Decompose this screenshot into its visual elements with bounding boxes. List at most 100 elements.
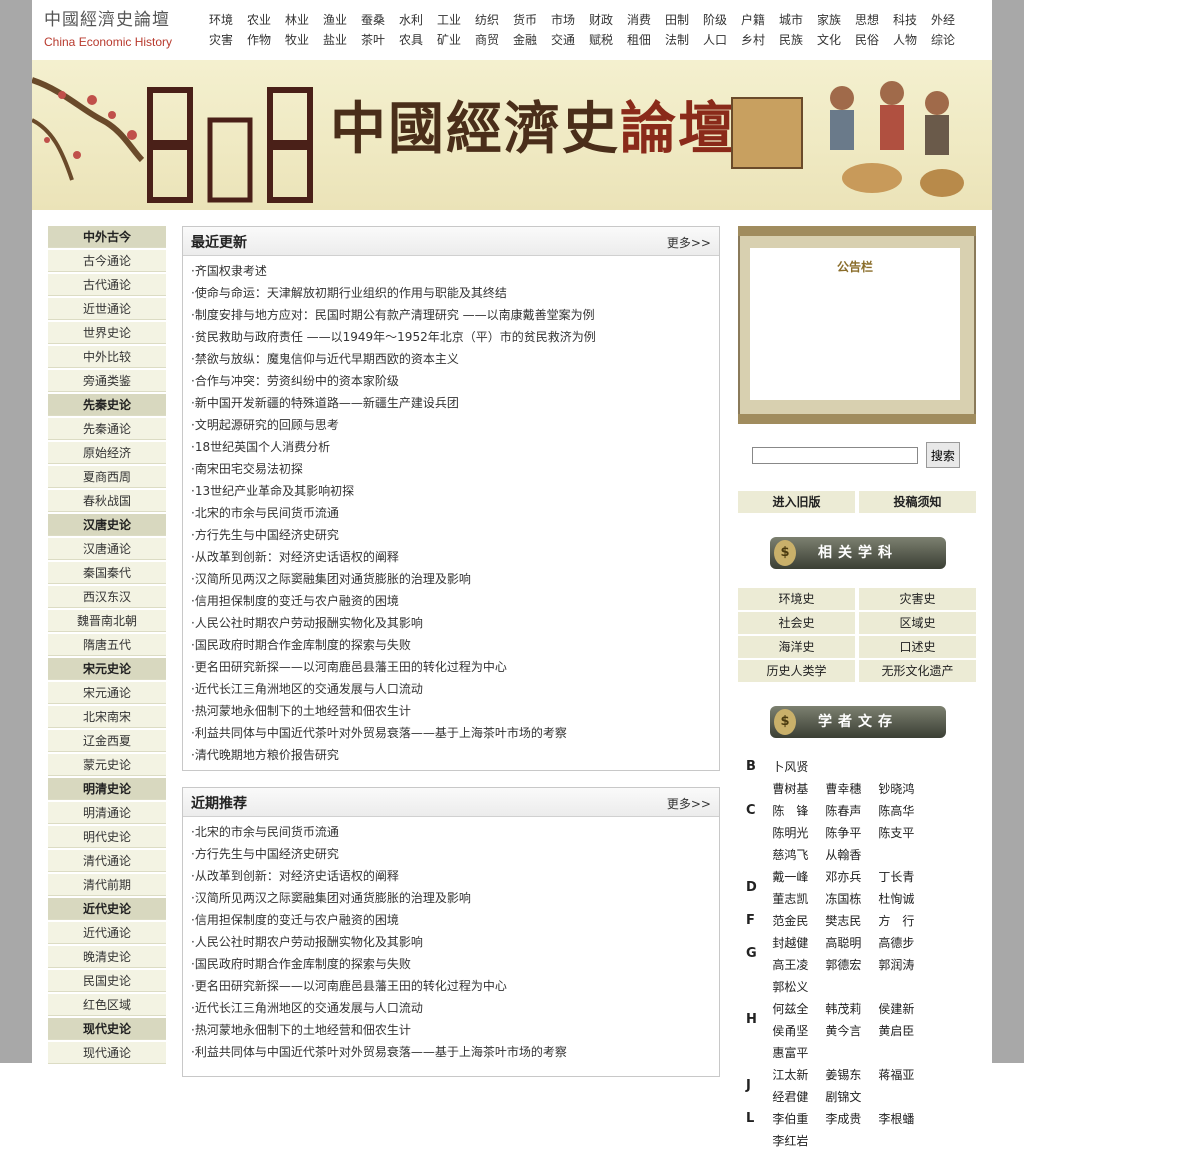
leftnav-section-header[interactable]: 明清史论 [48, 778, 166, 800]
leftnav-item[interactable]: 北宋南宋 [48, 706, 166, 728]
topnav-link[interactable]: 水利 [392, 10, 430, 30]
article-link[interactable]: ·方行先生与中国经济史研究 [191, 843, 719, 865]
subject-link[interactable]: 无形文化遗产 [859, 660, 976, 682]
author-link[interactable]: 经君健 [772, 1086, 825, 1108]
leftnav-item[interactable]: 近代通论 [48, 922, 166, 944]
article-link[interactable]: ·新中国开发新疆的特殊道路——新疆生产建设兵团 [191, 392, 719, 414]
leftnav-item[interactable]: 清代通论 [48, 850, 166, 872]
author-link[interactable]: 冻国栋 [825, 888, 878, 910]
article-link[interactable]: ·18世纪英国个人消费分析 [191, 436, 719, 458]
article-link[interactable]: ·热河蒙地永佃制下的土地经营和佃农生计 [191, 1019, 719, 1041]
leftnav-item[interactable]: 宋元通论 [48, 682, 166, 704]
search-input[interactable] [752, 446, 918, 464]
author-link[interactable]: 董志凯 [772, 888, 825, 910]
topnav-link[interactable]: 城市 [772, 10, 810, 30]
leftnav-item[interactable]: 古今通论 [48, 250, 166, 272]
article-link[interactable]: ·合作与冲突：劳资纠纷中的资本家阶级 [191, 370, 719, 392]
article-link[interactable]: ·从改革到创新：对经济史话语权的阐释 [191, 546, 719, 568]
subject-link[interactable]: 海洋史 [738, 636, 855, 658]
topnav-link[interactable]: 综论 [924, 30, 962, 50]
author-link[interactable]: 陈春声 [825, 800, 878, 822]
topnav-link[interactable]: 民族 [772, 30, 810, 50]
article-link[interactable]: ·13世纪产业革命及其影响初探 [191, 480, 719, 502]
author-link[interactable]: 郭松义 [772, 976, 825, 998]
article-link[interactable]: ·北宋的市余与民间货币流通 [191, 502, 719, 524]
topnav-link[interactable]: 矿业 [430, 30, 468, 50]
article-link[interactable]: ·利益共同体与中国近代茶叶对外贸易衰落——基于上海茶叶市场的考察 [191, 1041, 719, 1063]
topnav-link[interactable]: 财政 [582, 10, 620, 30]
author-link[interactable]: 曹幸穗 [825, 778, 878, 800]
article-link[interactable]: ·信用担保制度的变迁与农户融资的困境 [191, 909, 719, 931]
author-link[interactable]: 范金民 [772, 910, 825, 932]
subject-link[interactable]: 环境史 [738, 588, 855, 610]
article-link[interactable]: ·贫民救助与政府责任 ——以1949年～1952年北京（平）市的贫民救济为例 [191, 326, 719, 348]
author-link[interactable]: 韩茂莉 [825, 998, 878, 1020]
topnav-link[interactable]: 人物 [886, 30, 924, 50]
leftnav-item[interactable]: 隋唐五代 [48, 634, 166, 656]
topnav-link[interactable]: 赋税 [582, 30, 620, 50]
topnav-link[interactable]: 茶叶 [354, 30, 392, 50]
article-link[interactable]: ·人民公社时期农户劳动报酬实物化及其影响 [191, 612, 719, 634]
author-link[interactable]: 黄今言 [825, 1020, 878, 1042]
topnav-link[interactable]: 林业 [278, 10, 316, 30]
topnav-link[interactable]: 科技 [886, 10, 924, 30]
topnav-link[interactable]: 阶级 [696, 10, 734, 30]
topnav-link[interactable]: 人口 [696, 30, 734, 50]
leftnav-section-header[interactable]: 现代史论 [48, 1018, 166, 1040]
leftnav-item[interactable]: 现代通论 [48, 1042, 166, 1064]
author-link[interactable]: 高德步 [878, 932, 931, 954]
leftnav-item[interactable]: 辽金西夏 [48, 730, 166, 752]
author-link[interactable]: 丁长青 [878, 866, 931, 888]
author-link[interactable]: 卜风贤 [772, 756, 825, 778]
topnav-link[interactable]: 外经 [924, 10, 962, 30]
topnav-link[interactable]: 环境 [202, 10, 240, 30]
author-link[interactable]: 杜恂诚 [878, 888, 931, 910]
leftnav-item[interactable]: 魏晋南北朝 [48, 610, 166, 632]
topnav-link[interactable]: 灾害 [202, 30, 240, 50]
topnav-link[interactable]: 法制 [658, 30, 696, 50]
author-link[interactable]: 姜锡东 [825, 1064, 878, 1086]
leftnav-item[interactable]: 春秋战国 [48, 490, 166, 512]
topnav-link[interactable]: 纺织 [468, 10, 506, 30]
topnav-link[interactable]: 盐业 [316, 30, 354, 50]
leftnav-item[interactable]: 红色区域 [48, 994, 166, 1016]
article-link[interactable]: ·人民公社时期农户劳动报酬实物化及其影响 [191, 931, 719, 953]
author-link[interactable]: 陈 锋 [772, 800, 825, 822]
article-link[interactable]: ·国民政府时期合作金库制度的探索与失败 [191, 953, 719, 975]
author-link[interactable]: 黄启臣 [878, 1020, 931, 1042]
author-link[interactable]: 樊志民 [825, 910, 878, 932]
author-link[interactable]: 李成贵 [825, 1108, 878, 1130]
subject-link[interactable]: 社会史 [738, 612, 855, 634]
latest-updates-more-link[interactable]: 更多>> [667, 234, 711, 251]
topnav-link[interactable]: 工业 [430, 10, 468, 30]
topnav-link[interactable]: 作物 [240, 30, 278, 50]
leftnav-section-header[interactable]: 汉唐史论 [48, 514, 166, 536]
leftnav-section-header[interactable]: 中外古今 [48, 226, 166, 248]
leftnav-item[interactable]: 汉唐通论 [48, 538, 166, 560]
leftnav-item[interactable]: 夏商西周 [48, 466, 166, 488]
leftnav-item[interactable]: 晚清史论 [48, 946, 166, 968]
topnav-link[interactable]: 田制 [658, 10, 696, 30]
topnav-link[interactable]: 文化 [810, 30, 848, 50]
article-link[interactable]: ·信用担保制度的变迁与农户融资的困境 [191, 590, 719, 612]
topnav-link[interactable]: 蚕桑 [354, 10, 392, 30]
author-link[interactable]: 慈鸿飞 [772, 844, 825, 866]
author-link[interactable]: 邓亦兵 [825, 866, 878, 888]
article-link[interactable]: ·北宋的市余与民间货币流通 [191, 821, 719, 843]
topnav-link[interactable]: 民俗 [848, 30, 886, 50]
article-link[interactable]: ·齐国权隶考述 [191, 260, 719, 282]
subject-link[interactable]: 历史人类学 [738, 660, 855, 682]
author-link[interactable]: 方 行 [878, 910, 931, 932]
article-link[interactable]: ·制度安排与地方应对：民国时期公有款产清理研究 ——以南康戴善堂案为例 [191, 304, 719, 326]
leftnav-item[interactable]: 明清通论 [48, 802, 166, 824]
topnav-link[interactable]: 乡村 [734, 30, 772, 50]
leftnav-item[interactable]: 原始经济 [48, 442, 166, 464]
leftnav-item[interactable]: 清代前期 [48, 874, 166, 896]
author-link[interactable]: 钞晓鸿 [878, 778, 931, 800]
topnav-link[interactable]: 市场 [544, 10, 582, 30]
article-link[interactable]: ·禁欲与放纵：魔鬼信仰与近代早期西欧的资本主义 [191, 348, 719, 370]
author-link[interactable]: 剧锦文 [825, 1086, 878, 1108]
article-link[interactable]: ·利益共同体与中国近代茶叶对外贸易衰落——基于上海茶叶市场的考察 [191, 722, 719, 744]
topnav-link[interactable]: 牧业 [278, 30, 316, 50]
author-link[interactable]: 高王凌 [772, 954, 825, 976]
